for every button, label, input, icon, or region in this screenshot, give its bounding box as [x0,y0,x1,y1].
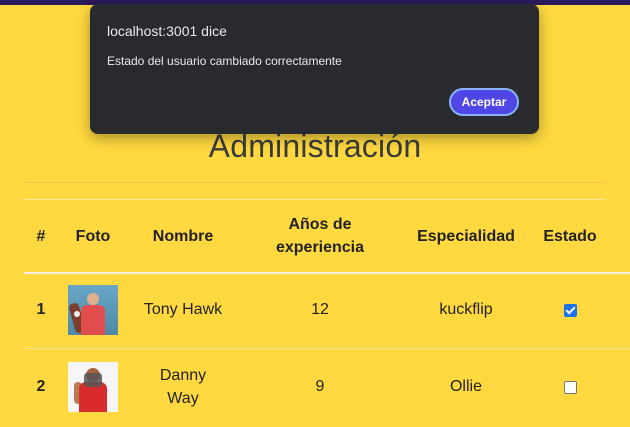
row-number: 1 [36,301,46,318]
dialog-message: Estado del usuario cambiado correctament… [107,54,342,68]
header-name: Nombre [152,227,214,245]
header-years-line1: Años de [288,216,352,233]
skater-name-line2: Way [167,390,199,407]
photo-cell [58,272,128,348]
skater-name: Tony Hawk [143,301,223,318]
header-num: # [36,227,46,245]
skater-photo [68,362,118,412]
specialty: kuckflip [439,301,493,318]
alert-dialog: localhost:3001 dice Estado del usuario c… [90,4,539,134]
header-years-line2: experiencia [275,239,365,256]
years-experience: 9 [315,378,325,395]
row-separator [24,348,630,349]
header-state: Estado [543,227,597,245]
skater-photo [68,285,118,335]
dialog-origin: localhost:3001 dice [107,23,227,39]
table-row: 1 Tony Hawk 12 kuckflip [24,272,630,348]
table-header-row: # Foto Nombre Años de experiencia Especi… [24,200,630,272]
row-number: 2 [36,378,46,395]
table-row: 2 Danny Way 9 Ollie [24,348,630,426]
skater-name-line1: Danny [159,367,207,384]
header-separator [24,272,630,274]
skater-name: Danny Way [128,348,238,426]
state-cell [530,272,610,348]
photo-cell [58,348,128,426]
header-years: Años de experiencia [238,200,402,272]
state-cell [530,348,610,426]
users-table: # Foto Nombre Años de experiencia Especi… [24,200,630,426]
specialty: Ollie [449,378,482,395]
state-checkbox[interactable] [563,303,577,317]
header-photo: Foto [75,227,111,245]
title-divider [24,182,606,183]
years-experience: 12 [311,301,329,318]
header-specialty: Especialidad [417,227,515,245]
accept-button[interactable]: Aceptar [449,88,519,116]
state-checkbox[interactable] [563,380,577,394]
